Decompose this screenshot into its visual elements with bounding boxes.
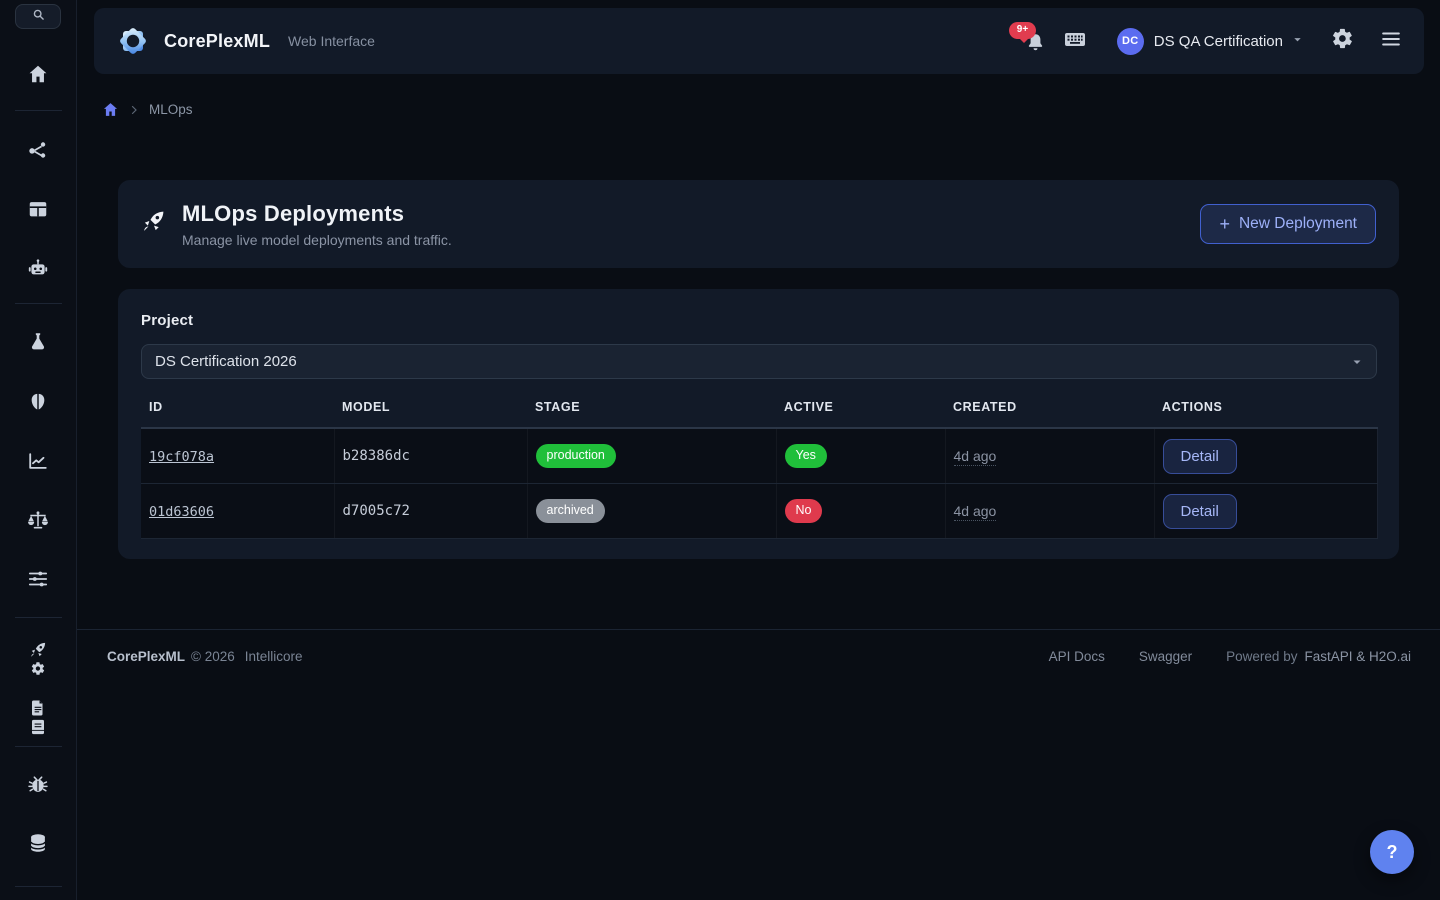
app-subtitle: Web Interface	[288, 33, 375, 49]
sidebar-divider	[15, 303, 62, 304]
share-nodes-icon	[27, 139, 49, 161]
notifications-button[interactable]: 9+	[1023, 28, 1049, 54]
sliders-icon	[27, 568, 49, 590]
select-chevron-down-icon	[1351, 356, 1363, 368]
robot-icon	[27, 257, 49, 279]
footer-tech-link[interactable]: FastAPI & H2O.ai	[1304, 649, 1411, 664]
column-header-id: ID	[141, 400, 334, 428]
new-deployment-label: New Deployment	[1239, 215, 1357, 233]
gear-small-icon	[31, 661, 46, 676]
table-icon	[27, 198, 49, 220]
sidebar-item-tuning[interactable]	[27, 568, 49, 590]
deployment-id-link[interactable]: 01d63606	[149, 504, 214, 520]
breadcrumb-current: MLOps	[149, 102, 193, 117]
column-header-created: CREATED	[945, 400, 1154, 428]
sidebar-search-button[interactable]	[15, 4, 61, 29]
sidebar-item-mlops[interactable]	[29, 641, 47, 659]
user-menu-label[interactable]: DS QA Certification	[1154, 33, 1283, 50]
sidebar-divider	[15, 746, 62, 747]
sidebar-item-settings-small[interactable]	[31, 661, 46, 676]
footer-api-docs-link[interactable]: API Docs	[1049, 649, 1105, 664]
rocket-icon	[141, 209, 166, 239]
model-cell: b28386dc	[334, 428, 527, 484]
sidebar-item-datasets[interactable]	[27, 198, 49, 220]
column-header-model: MODEL	[334, 400, 527, 428]
chevron-right-icon	[128, 104, 140, 116]
sidebar-item-debug[interactable]	[27, 774, 49, 796]
deployments-header-card: MLOps Deployments Manage live model depl…	[118, 180, 1399, 268]
detail-button[interactable]: Detail	[1163, 439, 1237, 474]
new-deployment-button[interactable]: + New Deployment	[1200, 204, 1376, 244]
sidebar-item-pipelines[interactable]	[27, 139, 49, 161]
user-avatar[interactable]: DC	[1117, 28, 1144, 55]
help-button[interactable]: ?	[1370, 830, 1414, 874]
sidebar-item-evaluation[interactable]	[27, 509, 50, 532]
table-row: 01d63606 d7005c72 archived No 4d ago Det…	[141, 484, 1377, 539]
settings-gear-button[interactable]	[1331, 27, 1354, 55]
footer-company-link[interactable]: Intellicore	[245, 649, 303, 664]
column-header-active: ACTIVE	[776, 400, 945, 428]
flask-icon	[27, 331, 49, 353]
model-cell: d7005c72	[334, 484, 527, 539]
bug-icon	[27, 774, 49, 796]
sidebar-item-data-store[interactable]	[27, 832, 49, 854]
table-row: 19cf078a b28386dc production Yes 4d ago …	[141, 428, 1377, 484]
brain-icon	[27, 391, 49, 413]
app-root: CorePlexML Web Interface 9+ DC DS QA Cer…	[0, 0, 1440, 900]
footer-copyright: © 2026	[191, 649, 235, 664]
app-logo	[116, 24, 150, 58]
sidebar-item-experiments[interactable]	[27, 331, 49, 353]
stage-badge: production	[536, 444, 616, 468]
sidebar-item-docs[interactable]	[29, 699, 47, 717]
active-badge: No	[785, 499, 823, 523]
page-title: MLOps Deployments	[182, 201, 452, 227]
sidebar-item-home[interactable]	[27, 63, 49, 85]
page-subtitle: Manage live model deployments and traffi…	[182, 232, 452, 248]
sidebar	[0, 0, 77, 900]
footer-swagger-link[interactable]: Swagger	[1139, 649, 1192, 664]
footer: CorePlexML © 2026 Intellicore API Docs S…	[77, 629, 1440, 664]
detail-button[interactable]: Detail	[1163, 494, 1237, 529]
column-header-stage: STAGE	[527, 400, 776, 428]
deployment-id-link[interactable]: 19cf078a	[149, 449, 214, 465]
created-timestamp: 4d ago	[954, 448, 997, 466]
hamburger-menu-button[interactable]	[1380, 28, 1402, 55]
scale-balance-icon	[27, 509, 50, 532]
app-title: CorePlexML	[164, 31, 270, 52]
search-icon	[32, 8, 45, 26]
chart-line-icon	[27, 450, 49, 472]
sidebar-item-guide[interactable]	[29, 718, 47, 736]
rocket-icon	[29, 641, 47, 659]
project-card: Project DS Certification 2026 ID MODEL S…	[118, 289, 1399, 559]
active-badge: Yes	[785, 444, 827, 468]
sidebar-item-models[interactable]	[27, 391, 49, 413]
home-icon	[27, 63, 49, 85]
stage-badge: archived	[536, 499, 605, 523]
notification-count-badge: 9+	[1009, 22, 1036, 39]
project-select-value: DS Certification 2026	[155, 353, 297, 370]
breadcrumb-home-icon[interactable]	[102, 101, 119, 118]
footer-brand: CorePlexML	[107, 649, 185, 664]
plus-icon: +	[1219, 215, 1230, 233]
project-label: Project	[141, 312, 1377, 329]
project-select[interactable]: DS Certification 2026	[141, 344, 1377, 379]
table-header-row: ID MODEL STAGE ACTIVE CREATED ACTIONS	[141, 400, 1377, 428]
sidebar-divider	[15, 110, 62, 111]
sidebar-item-automl[interactable]	[27, 257, 49, 279]
database-icon	[27, 832, 49, 854]
sidebar-item-metrics[interactable]	[27, 450, 49, 472]
footer-powered-by: Powered by	[1226, 649, 1297, 664]
top-header: CorePlexML Web Interface 9+ DC DS QA Cer…	[94, 8, 1424, 74]
column-header-actions: ACTIONS	[1154, 400, 1377, 428]
sidebar-divider	[15, 617, 62, 618]
breadcrumb: MLOps	[102, 101, 193, 118]
deployments-table: ID MODEL STAGE ACTIVE CREATED ACTIONS 19…	[141, 400, 1378, 539]
book-icon	[29, 718, 47, 736]
keyboard-shortcuts-button[interactable]	[1063, 27, 1087, 56]
created-timestamp: 4d ago	[954, 503, 997, 521]
chevron-down-icon[interactable]	[1292, 32, 1303, 50]
file-text-icon	[29, 699, 47, 717]
sidebar-divider	[15, 886, 62, 887]
